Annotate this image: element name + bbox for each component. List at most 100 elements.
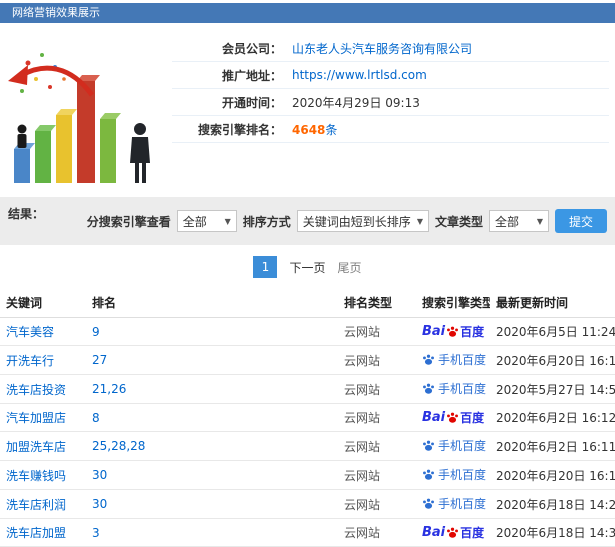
mobile-baidu-logo: 手机百度 <box>422 495 486 512</box>
keyword-link[interactable]: 洗车店利润 <box>6 498 66 512</box>
paw-icon <box>423 440 434 451</box>
member-info-fields: 会员公司： 山东老人头汽车服务咨询有限公司 推广地址： https://www.… <box>172 29 609 189</box>
keyword-link[interactable]: 开洗车行 <box>6 354 54 368</box>
rank-value: 30 <box>92 468 108 482</box>
promotion-url-link[interactable]: https://www.lrtlsd.com <box>292 68 427 82</box>
rank-value: 3 <box>92 525 100 540</box>
baidu-logo: Bai 百度 <box>422 525 485 540</box>
table-row: 开洗车行 27 云网站 手机百度 2020年6月20日 16:16 <box>0 345 615 375</box>
filter-bar: 结果： 分搜索引擎查看 全部 ▼ 排序方式 关键词由短到长排序 ▼ 文章类型 全… <box>0 197 615 245</box>
page-header: 网络营销效果展示 <box>0 3 615 23</box>
update-time-value: 2020年6月18日 14:30 <box>496 526 615 540</box>
chevron-down-icon: ▼ <box>536 216 543 226</box>
article-type-value: 全部 <box>494 214 519 229</box>
rank-value: 21,26 <box>92 382 127 396</box>
rank-type-value: 云网站 <box>344 468 381 483</box>
rank-value: 30 <box>92 497 108 511</box>
submit-button[interactable]: 提交 <box>554 209 607 233</box>
last-page-link[interactable]: 尾页 <box>338 259 362 276</box>
field-url-label: 推广地址： <box>221 68 282 83</box>
paw-icon <box>423 383 434 394</box>
update-time-value: 2020年6月5日 11:24 <box>496 325 615 339</box>
keyword-link[interactable]: 加盟洗车店 <box>6 440 66 454</box>
rank-type-value: 云网站 <box>344 325 381 339</box>
article-type-select[interactable]: 全部 ▼ <box>488 210 549 232</box>
table-row: 洗车店利润 30 云网站 手机百度 2020年6月18日 14:27 <box>0 489 615 519</box>
update-time-value: 2020年6月2日 16:11 <box>496 439 615 454</box>
keyword-link[interactable]: 洗车赚钱吗 <box>6 469 66 483</box>
update-time-value: 2020年6月20日 16:12 <box>496 468 615 483</box>
ranking-table: 关键词 排名 排名类型 搜索引擎类型 最新更新时间 汽车美容 9 云网站 Bai 百度 2… <box>0 288 615 547</box>
paw-icon <box>423 354 434 365</box>
next-page-link[interactable]: 下一页 <box>289 259 325 276</box>
update-time-value: 2020年6月20日 16:16 <box>496 353 615 368</box>
paw-icon <box>423 498 434 509</box>
mobile-baidu-logo: 手机百度 <box>422 351 486 368</box>
header-engine-type: 搜索引擎类型 <box>416 288 490 318</box>
engine-filter-label: 分搜索引擎查看 <box>86 214 171 229</box>
keyword-link[interactable]: 汽车加盟店 <box>6 411 66 425</box>
field-rank-count: 搜索引擎排名： 4648条 <box>172 116 609 143</box>
table-header-row: 关键词 排名 排名类型 搜索引擎类型 最新更新时间 <box>0 288 615 318</box>
sort-filter-label: 排序方式 <box>242 214 291 229</box>
paw-icon <box>447 527 459 538</box>
paw-icon <box>423 469 434 480</box>
keyword-link[interactable]: 汽车美容 <box>6 325 54 339</box>
field-url: 推广地址： https://www.lrtlsd.com <box>172 62 609 89</box>
rank-type-value: 云网站 <box>344 382 381 397</box>
table-row: 加盟洗车店 25,28,28 云网站 手机百度 2020年6月2日 16:11 <box>0 431 615 461</box>
rank-value: 9 <box>92 324 100 339</box>
marketing-chart-image <box>0 29 172 189</box>
mobile-baidu-logo: 手机百度 <box>422 380 486 397</box>
chevron-down-icon: ▼ <box>224 216 231 226</box>
rank-type-value: 云网站 <box>344 526 381 540</box>
rank-type-value: 云网站 <box>344 497 381 512</box>
rank-value: 8 <box>92 410 100 425</box>
field-company: 会员公司： 山东老人头汽车服务咨询有限公司 <box>172 35 609 62</box>
pagination: 1 下一页 尾页 <box>0 245 615 288</box>
paw-icon <box>447 412 459 423</box>
rank-type-value: 云网站 <box>344 353 381 368</box>
result-label: 结果： <box>8 207 45 221</box>
rank-count-value: 4648 <box>292 122 326 137</box>
rank-type-value: 云网站 <box>344 439 381 454</box>
field-open-time-label: 开通时间： <box>221 95 282 110</box>
table-row: 洗车赚钱吗 30 云网站 手机百度 2020年6月20日 16:12 <box>0 460 615 490</box>
keyword-link[interactable]: 洗车店加盟 <box>6 526 66 540</box>
table-row: 汽车美容 9 云网站 Bai 百度 2020年6月5日 11:24 <box>0 317 615 346</box>
engine-select-value: 全部 <box>182 214 207 229</box>
page-title: 网络营销效果展示 <box>12 6 100 19</box>
bar-chart-illustration <box>8 53 150 183</box>
table-row: 洗车店投资 21,26 云网站 手机百度 2020年5月27日 14:58 <box>0 374 615 404</box>
rank-count-unit: 条 <box>325 122 338 137</box>
open-time-value: 2020年4月29日 09:13 <box>292 95 420 110</box>
paw-icon <box>447 326 459 337</box>
chevron-down-icon: ▼ <box>416 216 423 226</box>
filter-controls: 分搜索引擎查看 全部 ▼ 排序方式 关键词由短到长排序 ▼ 文章类型 全部 ▼ … <box>87 209 607 233</box>
field-company-label: 会员公司： <box>221 41 282 56</box>
engine-select[interactable]: 全部 ▼ <box>176 210 237 232</box>
update-time-value: 2020年6月18日 14:27 <box>496 497 615 512</box>
header-update-time: 最新更新时间 <box>490 288 615 318</box>
page-button-1[interactable]: 1 <box>253 256 278 278</box>
keyword-link[interactable]: 洗车店投资 <box>6 383 66 397</box>
header-rank: 排名 <box>86 288 338 318</box>
rank-value: 27 <box>92 353 108 367</box>
header-keyword: 关键词 <box>0 288 86 318</box>
sort-select-value: 关键词由短到长排序 <box>302 214 411 229</box>
company-link[interactable]: 山东老人头汽车服务咨询有限公司 <box>292 42 472 56</box>
field-rank-count-label: 搜索引擎排名： <box>197 122 282 137</box>
table-row: 洗车店加盟 3 云网站 Bai 百度 2020年6月18日 14:30 <box>0 518 615 547</box>
member-info-section: 会员公司： 山东老人头汽车服务咨询有限公司 推广地址： https://www.… <box>0 23 615 197</box>
baidu-logo: Bai 百度 <box>422 324 485 339</box>
sort-select[interactable]: 关键词由短到长排序 ▼ <box>296 210 429 232</box>
article-type-label: 文章类型 <box>434 214 483 229</box>
mobile-baidu-logo: 手机百度 <box>422 466 486 483</box>
header-rank-type: 排名类型 <box>338 288 416 318</box>
update-time-value: 2020年5月27日 14:58 <box>496 382 615 397</box>
table-row: 汽车加盟店 8 云网站 Bai 百度 2020年6月2日 16:12 <box>0 403 615 432</box>
field-open-time: 开通时间： 2020年4月29日 09:13 <box>172 89 609 116</box>
rank-value: 25,28,28 <box>92 439 146 453</box>
mobile-baidu-logo: 手机百度 <box>422 437 486 454</box>
baidu-logo: Bai 百度 <box>422 410 485 425</box>
